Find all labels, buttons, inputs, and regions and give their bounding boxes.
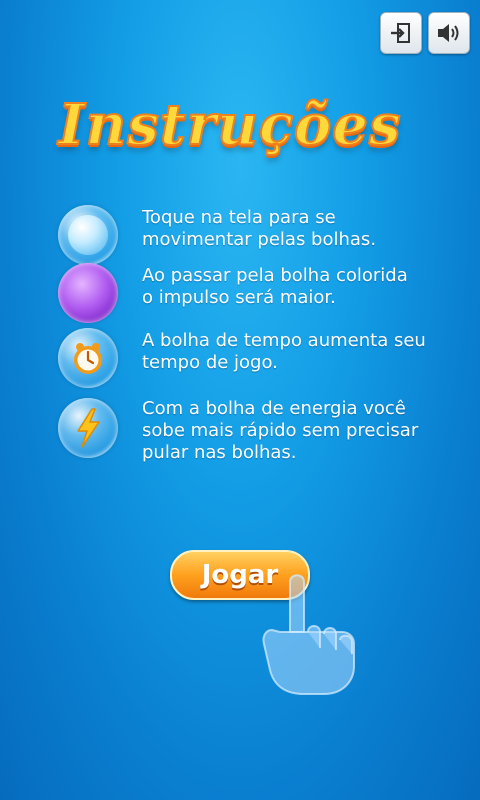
clock-bubble-icon	[58, 328, 118, 388]
lightning-bubble-icon	[58, 398, 118, 458]
page-title: Instruções	[57, 91, 402, 159]
exit-icon	[391, 23, 410, 43]
instruction-line: pular nas bolhas.	[142, 442, 297, 463]
instruction-text: Ao passar pela bolha colorida o impulso …	[142, 265, 462, 309]
instruction-text: Com a bolha de energia você sobe mais rá…	[142, 398, 462, 464]
clock-icon	[74, 343, 102, 374]
instruction-line: A bolha de tempo aumenta seu	[142, 330, 426, 351]
instruction-line: Toque na tela para se	[142, 207, 336, 228]
instruction-line: movimentar pelas bolhas.	[142, 229, 377, 250]
instruction-text: A bolha de tempo aumenta seu tempo de jo…	[142, 330, 462, 374]
blue-bubble-icon	[58, 205, 118, 265]
pointing-hand-icon	[262, 574, 355, 695]
speaker-icon	[438, 24, 459, 42]
purple-bubble-icon	[58, 263, 118, 323]
exit-button[interactable]	[380, 12, 422, 54]
instruction-line: sobe mais rápido sem precisar	[142, 420, 419, 441]
lightning-icon	[77, 408, 100, 448]
instruction-line: o impulso será maior.	[142, 287, 336, 308]
instruction-line: Com a bolha de energia você	[142, 398, 406, 419]
instruction-line: Ao passar pela bolha colorida	[142, 265, 408, 286]
instruction-text: Toque na tela para se movimentar pelas b…	[142, 207, 462, 251]
sound-button[interactable]	[428, 12, 470, 54]
instruction-line: tempo de jogo.	[142, 352, 278, 373]
